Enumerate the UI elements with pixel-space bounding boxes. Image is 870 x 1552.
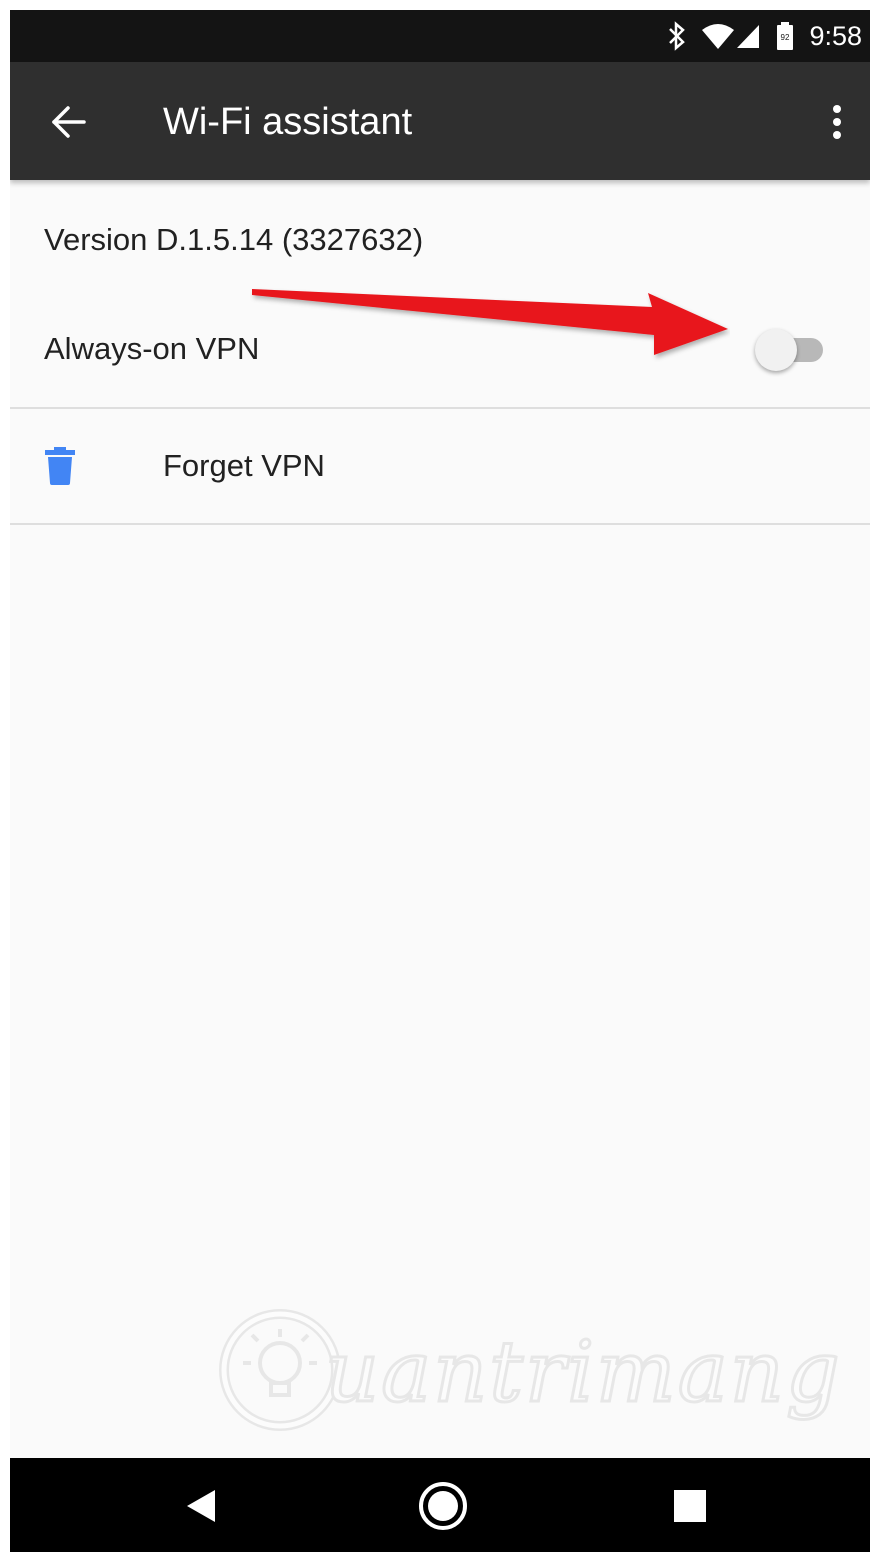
more-vert-icon[interactable] xyxy=(822,98,852,146)
divider xyxy=(10,523,870,525)
always-on-vpn-toggle[interactable] xyxy=(755,329,827,371)
navigation-bar xyxy=(10,1458,870,1552)
arrow-back-icon[interactable] xyxy=(44,98,92,146)
version-text: Version D.1.5.14 (3327632) xyxy=(44,222,424,257)
status-time: 9:58 xyxy=(809,20,862,51)
battery-icon: 92 xyxy=(775,21,795,51)
toggle-thumb xyxy=(755,329,797,371)
back-triangle-icon[interactable] xyxy=(177,1480,229,1532)
always-on-vpn-label: Always-on VPN xyxy=(44,331,260,366)
trash-icon xyxy=(44,447,76,485)
status-icons: 92 9:58 xyxy=(667,10,862,62)
watermark-text: uantrimang xyxy=(324,1322,842,1423)
status-bar: 92 9:58 xyxy=(10,10,870,62)
recents-square-icon[interactable] xyxy=(664,1480,716,1532)
phone-screen: 92 9:58 Wi-Fi assistant Version D.1.5.14… xyxy=(10,10,870,1552)
app-bar: Wi-Fi assistant xyxy=(10,62,870,180)
watermark: uantrimang xyxy=(215,1305,841,1445)
forget-vpn-label: Forget VPN xyxy=(163,448,325,483)
bluetooth-icon xyxy=(667,21,687,51)
page-title: Wi-Fi assistant xyxy=(163,101,413,143)
cell-signal-icon xyxy=(735,22,761,50)
screenshot-frame: 92 9:58 Wi-Fi assistant Version D.1.5.14… xyxy=(0,0,870,1552)
red-arrow-annotation xyxy=(250,285,730,370)
svg-text:92: 92 xyxy=(781,33,790,42)
forget-vpn-row[interactable]: Forget VPN xyxy=(10,409,870,523)
wifi-icon xyxy=(701,22,735,50)
home-circle-icon[interactable] xyxy=(417,1480,469,1532)
